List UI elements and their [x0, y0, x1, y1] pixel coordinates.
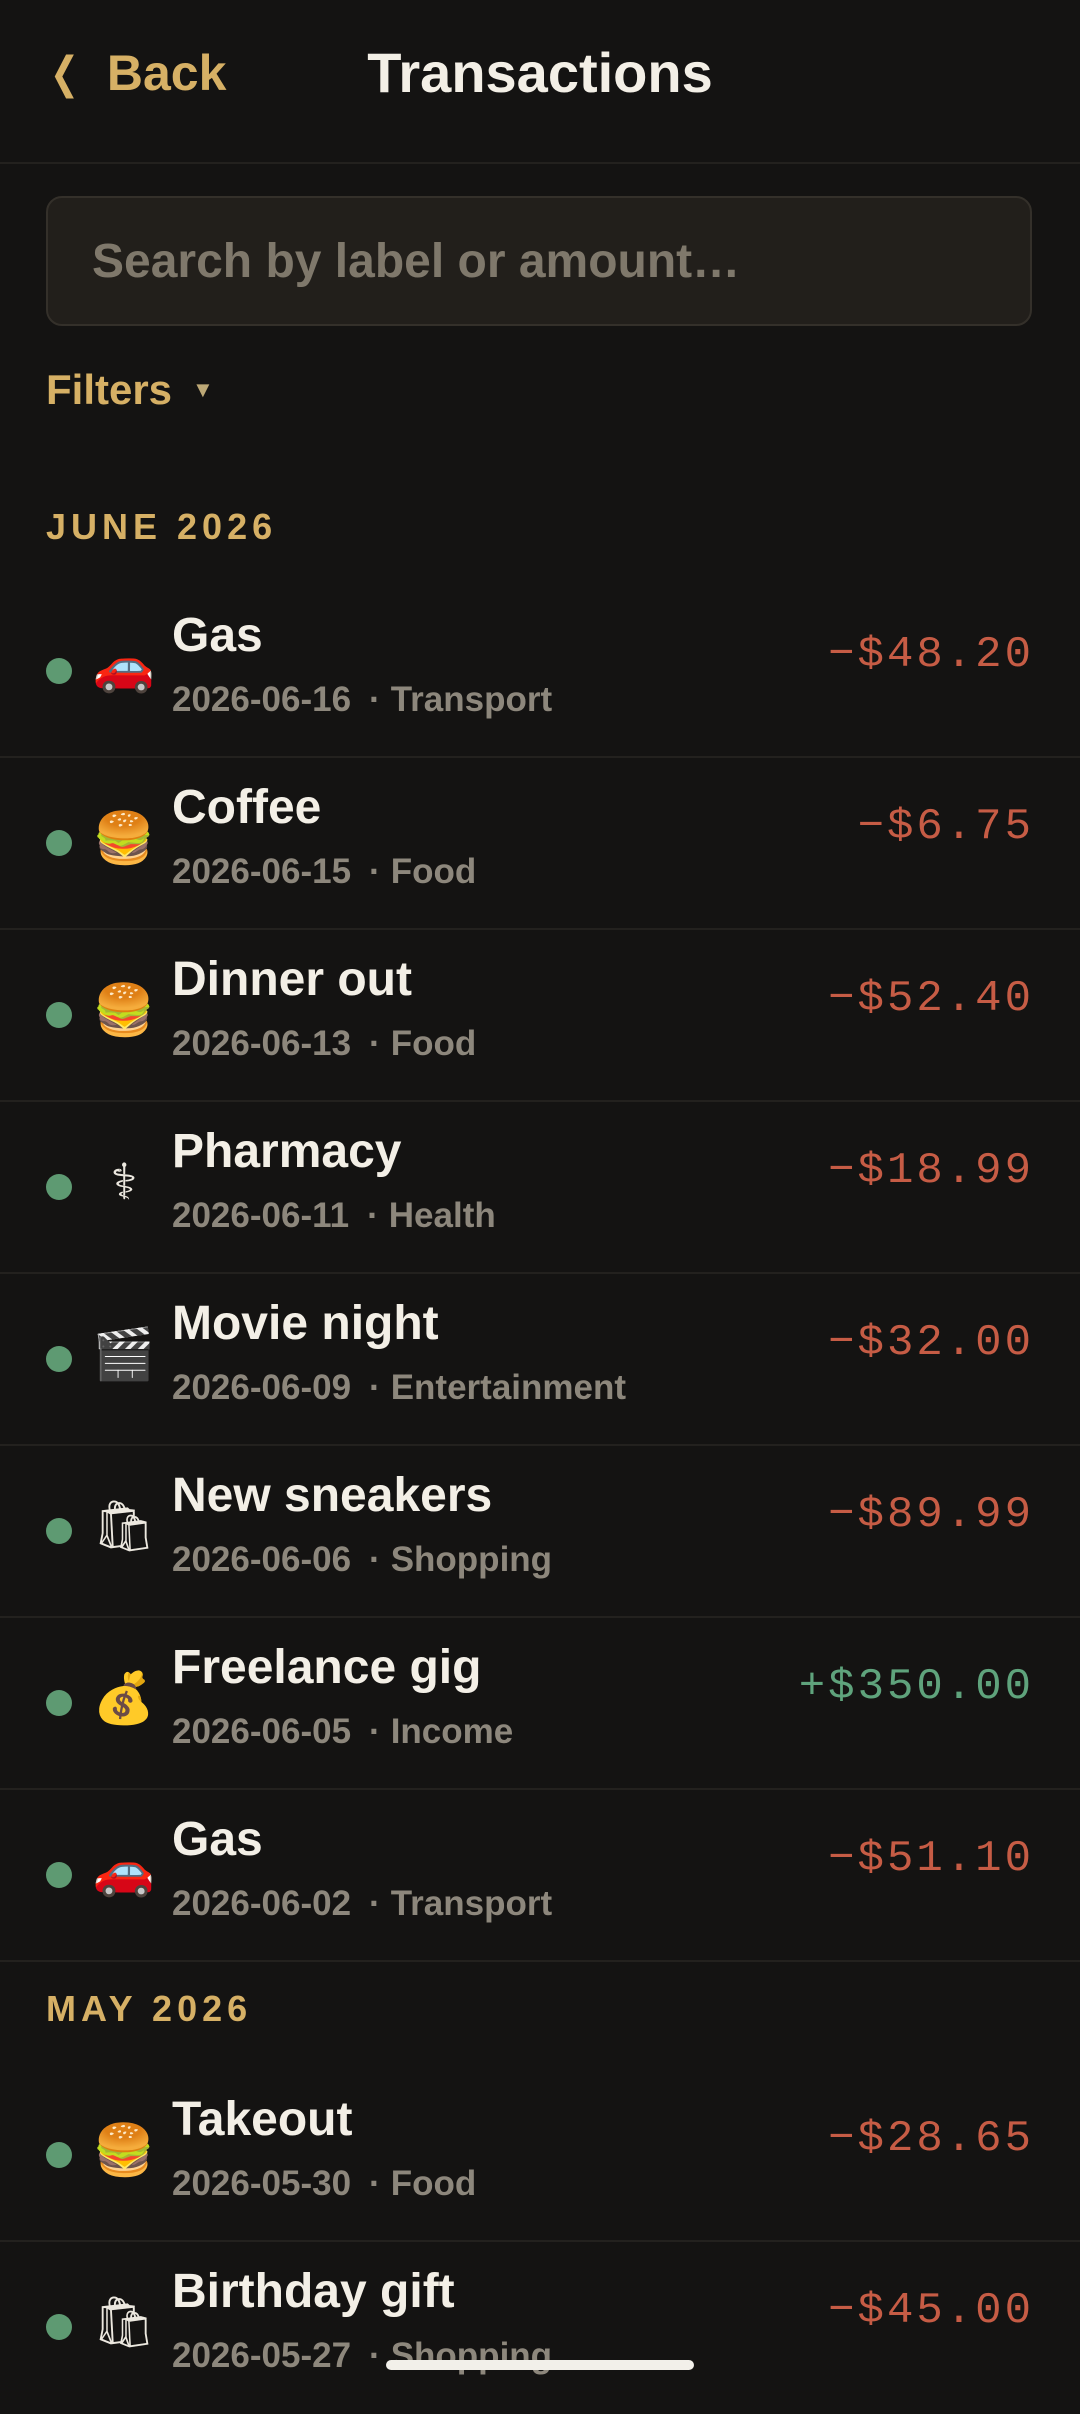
header-bar: ❮ Back Transactions — [0, 0, 1080, 164]
transaction-row[interactable]: 🍔 Dinner out 2026-06-13 · Food −$52.40 — [0, 930, 1080, 1102]
transaction-amount: −$28.65 — [828, 2114, 1034, 2164]
transaction-row[interactable]: 🎬 Movie night 2026-06-09 · Entertainment −$32… — [0, 1274, 1080, 1446]
transaction-row[interactable]: 🚗 Gas 2026-06-02 · Transport −$51.10 — [0, 1790, 1080, 1962]
separator: · — [369, 1884, 381, 1923]
transaction-date: 2026-06-11 — [172, 1196, 350, 1235]
separator: · — [369, 1712, 381, 1751]
transaction-amount: +$350.00 — [798, 1662, 1034, 1712]
transaction-category: Food — [390, 2164, 477, 2203]
status-dot — [46, 1002, 72, 1028]
status-dot — [46, 2314, 72, 2340]
home-indicator[interactable] — [386, 2360, 694, 2370]
burger-icon: 🍔 — [92, 809, 156, 867]
transaction-meta: 2026-06-15 · Food — [172, 852, 476, 892]
transaction-label: Freelance gig — [172, 1641, 482, 1694]
caret-down-icon: ▼ — [192, 377, 214, 402]
status-dot — [46, 1690, 72, 1716]
transaction-label: Movie night — [172, 1297, 439, 1350]
transaction-row[interactable]: 🛍 New sneakers 2026-06-06 · Shopping −$89.99 — [0, 1446, 1080, 1618]
transaction-meta: 2026-06-16 · Transport — [172, 680, 552, 720]
separator: · — [369, 680, 381, 719]
transaction-amount: −$51.10 — [828, 1834, 1034, 1884]
search-box[interactable] — [46, 196, 1032, 326]
car-icon: 🚗 — [92, 1841, 156, 1899]
transaction-category: Food — [390, 852, 477, 891]
transaction-meta: 2026-06-05 · Income — [172, 1712, 513, 1752]
transaction-date: 2026-06-15 — [172, 852, 352, 891]
status-dot — [46, 2142, 72, 2168]
status-dot — [46, 658, 72, 684]
transaction-label: Pharmacy — [172, 1125, 402, 1178]
transaction-meta: 2026-05-27 · Shopping — [172, 2336, 552, 2376]
separator: · — [369, 2164, 381, 2203]
transaction-meta: 2026-06-06 · Shopping — [172, 1540, 552, 1580]
transaction-meta: 2026-06-09 · Entertainment — [172, 1368, 626, 1408]
transaction-row[interactable]: 🛍 Birthday gift 2026-05-27 · Shopping −$45.00 — [0, 2242, 1080, 2414]
transaction-amount: −$32.00 — [828, 1318, 1034, 1368]
transaction-row[interactable]: ⚕ Pharmacy 2026-06-11 · Health −$18.99 — [0, 1102, 1080, 1274]
transaction-label: Dinner out — [172, 953, 412, 1006]
transaction-meta: 2026-05-30 · Food — [172, 2164, 476, 2204]
search-input[interactable] — [90, 232, 994, 290]
money-bag-icon: 💰 — [92, 1669, 156, 1727]
transaction-category: Food — [390, 1024, 477, 1063]
transaction-meta: 2026-06-11 · Health — [172, 1196, 496, 1236]
transaction-row[interactable]: 🍔 Coffee 2026-06-15 · Food −$6.75 — [0, 758, 1080, 930]
burger-icon: 🍔 — [92, 2121, 156, 2179]
shopping-bags-icon: 🛍 — [92, 2293, 156, 2351]
transaction-date: 2026-06-06 — [172, 1540, 352, 1579]
transaction-label: Birthday gift — [172, 2265, 455, 2318]
transaction-category: Entertainment — [390, 1368, 627, 1407]
transaction-row[interactable]: 🍔 Takeout 2026-05-30 · Food −$28.65 — [0, 2070, 1080, 2242]
shopping-bags-icon: 🛍 — [92, 1497, 156, 1555]
transaction-meta: 2026-06-13 · Food — [172, 1024, 476, 1064]
status-dot — [46, 830, 72, 856]
transaction-label: Gas — [172, 1813, 263, 1866]
filters-label: Filters — [46, 366, 173, 413]
status-dot — [46, 1518, 72, 1544]
transaction-amount: −$18.99 — [828, 1146, 1034, 1196]
separator: · — [369, 1368, 381, 1407]
transaction-category: Transport — [390, 680, 553, 719]
car-icon: 🚗 — [92, 637, 156, 695]
clapperboard-icon: 🎬 — [92, 1325, 156, 1383]
transaction-amount: −$52.40 — [828, 974, 1034, 1024]
transaction-amount: −$6.75 — [857, 802, 1034, 852]
transaction-label: New sneakers — [172, 1469, 493, 1522]
transaction-date: 2026-06-05 — [172, 1712, 352, 1751]
transaction-amount: −$48.20 — [828, 630, 1034, 680]
transaction-category: Health — [388, 1196, 496, 1235]
transaction-amount: −$89.99 — [828, 1490, 1034, 1540]
transaction-label: Coffee — [172, 781, 322, 834]
transaction-date: 2026-06-16 — [172, 680, 352, 719]
separator: · — [369, 1540, 381, 1579]
transaction-category: Transport — [390, 1884, 553, 1923]
transaction-date: 2026-05-30 — [172, 2164, 352, 2203]
separator: · — [369, 2336, 381, 2375]
transaction-category: Income — [390, 1712, 514, 1751]
separator: · — [367, 1196, 379, 1235]
transaction-label: Takeout — [172, 2093, 353, 2146]
transaction-meta: 2026-06-02 · Transport — [172, 1884, 552, 1924]
medical-icon: ⚕ — [110, 1153, 138, 1211]
separator: · — [369, 1024, 381, 1063]
filters-toggle[interactable]: Filters ▼ — [46, 366, 214, 414]
burger-icon: 🍔 — [92, 981, 156, 1039]
status-dot — [46, 1862, 72, 1888]
section-header: JUNE 2026 — [46, 506, 278, 547]
page-title: Transactions — [367, 41, 713, 104]
transaction-date: 2026-06-09 — [172, 1368, 352, 1407]
transaction-date: 2026-06-02 — [172, 1884, 352, 1923]
section-header: MAY 2026 — [46, 1988, 253, 2029]
transaction-label: Gas — [172, 609, 263, 662]
transaction-row[interactable]: 🚗 Gas 2026-06-16 · Transport −$48.20 — [0, 586, 1080, 758]
transaction-row[interactable]: 💰 Freelance gig 2026-06-05 · Income +$350.00 — [0, 1618, 1080, 1790]
separator: · — [369, 852, 381, 891]
transaction-date: 2026-05-27 — [172, 2336, 352, 2375]
transaction-category: Shopping — [390, 1540, 553, 1579]
transaction-date: 2026-06-13 — [172, 1024, 352, 1063]
transaction-amount: −$45.00 — [828, 2286, 1034, 2336]
status-dot — [46, 1346, 72, 1372]
status-dot — [46, 1174, 72, 1200]
